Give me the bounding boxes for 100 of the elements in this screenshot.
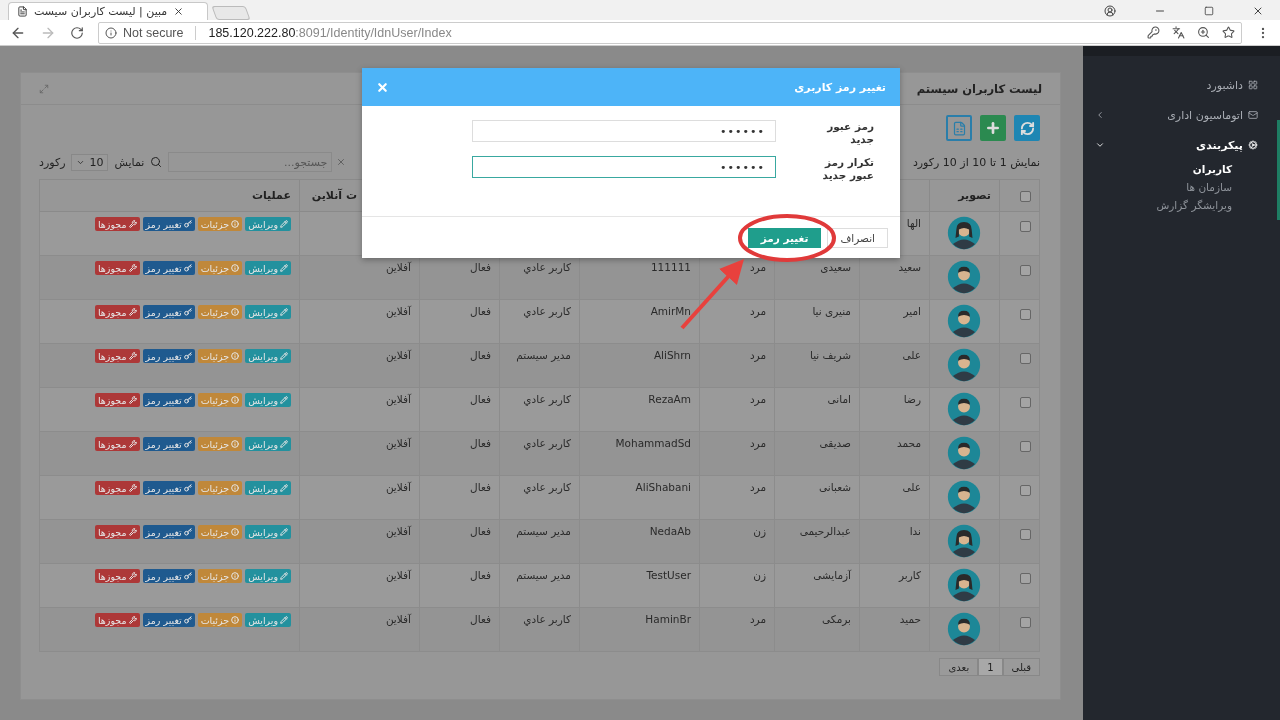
info-icon <box>231 616 240 624</box>
search-icon[interactable] <box>150 156 163 168</box>
bookmark-star-icon[interactable] <box>1222 26 1235 39</box>
password-button[interactable]: تغییر رمز <box>142 525 195 539</box>
permissions-button[interactable]: مجوزها <box>94 613 140 627</box>
account-icon[interactable] <box>1104 5 1116 17</box>
checkbox[interactable] <box>1020 397 1031 408</box>
password-button[interactable]: تغییر رمز <box>142 217 195 231</box>
checkbox[interactable] <box>1020 190 1031 202</box>
maximize-icon[interactable] <box>1204 6 1214 16</box>
edit-button[interactable]: ویرایش <box>245 261 291 275</box>
key-icon <box>183 220 192 228</box>
confirm-button[interactable]: تغییر رمز <box>747 227 822 248</box>
table-cell: شریف نیا <box>810 349 851 361</box>
pagination-button[interactable]: بعدی <box>939 658 979 676</box>
edit-button[interactable]: ویرایش <box>245 217 291 231</box>
wrench-icon <box>128 308 137 316</box>
table-cell: امیر <box>903 305 921 317</box>
permissions-button[interactable]: مجوزها <box>94 437 140 451</box>
pencil-icon <box>280 572 288 580</box>
wrench-icon <box>128 528 137 536</box>
table-cell: ندا <box>909 525 921 537</box>
table-cell: آفلاین <box>385 261 411 273</box>
sidebar-subitem[interactable]: کاربران <box>1083 160 1280 178</box>
edit-button[interactable]: ویرایش <box>245 569 291 583</box>
edit-button[interactable]: ویرایش <box>245 613 291 627</box>
key-icon[interactable] <box>1147 26 1160 39</box>
edit-button[interactable]: ویرایش <box>245 349 291 363</box>
password-field[interactable]: •••••• <box>472 120 776 142</box>
cancel-button[interactable]: انصراف <box>827 227 888 248</box>
checkbox[interactable] <box>1020 265 1031 276</box>
checkbox[interactable] <box>1020 309 1031 320</box>
sidebar-subitem[interactable]: ویرایشگر گزارش <box>1083 196 1280 214</box>
browser-tab[interactable]: مبین | لیست کاربران سیست <box>8 2 208 20</box>
table-cell: علی <box>902 481 921 493</box>
password-button[interactable]: تغییر رمز <box>142 481 195 495</box>
table-cell: محمد <box>897 437 921 449</box>
permissions-button[interactable]: مجوزها <box>94 525 140 539</box>
checkbox[interactable] <box>1020 353 1031 364</box>
page-size-select[interactable]: 10 <box>71 153 109 171</box>
edit-button[interactable]: ویرایش <box>245 305 291 319</box>
checkbox[interactable] <box>1020 529 1031 540</box>
wrench-icon <box>128 616 137 624</box>
zoom-icon[interactable] <box>1197 26 1210 39</box>
password-button[interactable]: تغییر رمز <box>142 393 195 407</box>
password-button[interactable]: تغییر رمز <box>142 613 195 627</box>
translate-icon[interactable] <box>1172 26 1185 39</box>
pagination-button[interactable]: قبلی <box>1002 658 1040 676</box>
table-cell: مرد <box>749 437 766 449</box>
permissions-button[interactable]: مجوزها <box>94 217 140 231</box>
table-cell: آفلاین <box>385 525 411 537</box>
reload-icon[interactable] <box>70 25 84 40</box>
password-button[interactable]: تغییر رمز <box>142 437 195 451</box>
permissions-button[interactable]: مجوزها <box>94 349 140 363</box>
permissions-button[interactable]: مجوزها <box>94 305 140 319</box>
checkbox[interactable] <box>1020 441 1031 452</box>
close-icon[interactable] <box>1252 5 1264 17</box>
add-button[interactable] <box>980 115 1006 141</box>
permissions-button[interactable]: مجوزها <box>94 569 140 583</box>
close-icon[interactable] <box>173 6 185 17</box>
edit-button[interactable]: ویرایش <box>245 525 291 539</box>
edit-button[interactable]: ویرایش <box>245 481 291 495</box>
table-cell: علی <box>902 349 921 361</box>
table-cell: آفلاین <box>385 349 411 361</box>
info-icon <box>231 308 240 316</box>
edit-button[interactable]: ویرایش <box>245 437 291 451</box>
checkbox[interactable] <box>1020 221 1031 232</box>
checkbox[interactable] <box>1020 573 1031 584</box>
table-cell: فعال <box>470 613 491 625</box>
panel-title: لیست کاربران سیستم <box>916 81 1042 96</box>
sidebar-item[interactable]: پیکربندی <box>1083 130 1280 160</box>
checkbox[interactable] <box>1020 617 1031 628</box>
clear-icon[interactable] <box>336 157 347 167</box>
password-button[interactable]: تغییر رمز <box>142 261 195 275</box>
table-cell: کاربر عادي <box>523 393 571 405</box>
permissions-button[interactable]: مجوزها <box>94 481 140 495</box>
expand-icon[interactable] <box>39 83 49 94</box>
password-button[interactable]: تغییر رمز <box>142 349 195 363</box>
table-cell: مدیر سیستم <box>516 349 571 361</box>
key-icon <box>183 484 192 492</box>
search-field[interactable]: جستجو... <box>168 152 333 172</box>
checkbox[interactable] <box>1020 485 1031 496</box>
sidebar-subitem[interactable]: سازمان ها <box>1083 178 1280 196</box>
refresh-button[interactable] <box>1014 115 1040 141</box>
password-button[interactable]: تغییر رمز <box>142 569 195 583</box>
new-tab-button[interactable] <box>211 6 251 20</box>
sidebar-item[interactable]: داشبورد <box>1083 70 1280 100</box>
password-button[interactable]: تغییر رمز <box>142 305 195 319</box>
close-button[interactable] <box>376 80 389 94</box>
pagination-button[interactable]: 1 <box>978 658 1003 676</box>
edit-button[interactable]: ویرایش <box>245 393 291 407</box>
password-field[interactable]: •••••• <box>472 156 776 179</box>
key-icon <box>183 572 192 580</box>
permissions-button[interactable]: مجوزها <box>94 261 140 275</box>
table-cell: NedaAb <box>649 525 691 537</box>
sidebar-item[interactable]: اتوماسیون اداری <box>1083 100 1280 130</box>
excel-button[interactable] <box>946 115 972 141</box>
address-field[interactable]: Not secure 185.120.222.80:8091/Identity/IdnUser/Index <box>98 21 1242 44</box>
permissions-button[interactable]: مجوزها <box>94 393 140 407</box>
column-header: تصویر <box>929 179 1000 212</box>
